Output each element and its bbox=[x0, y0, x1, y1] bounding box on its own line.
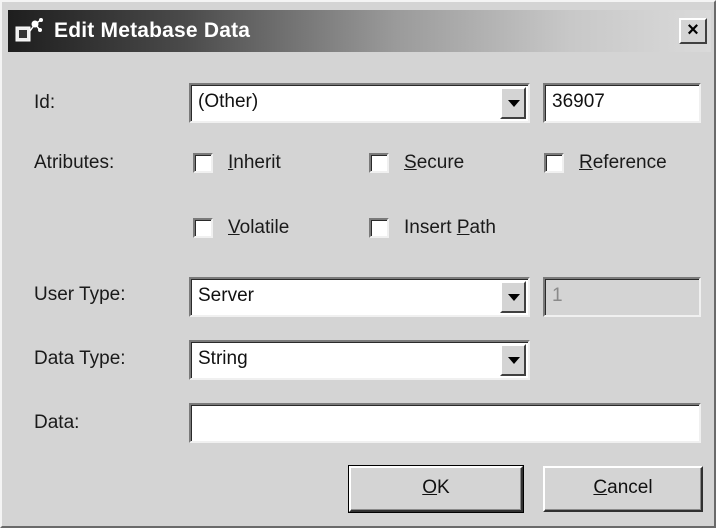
cancel-label: Cancel bbox=[593, 477, 653, 498]
insert-path-label: Insert Path bbox=[404, 217, 496, 238]
id-select[interactable]: (Other) bbox=[189, 83, 530, 123]
user-type-number-value: 1 bbox=[552, 285, 563, 306]
user-type-label: User Type: bbox=[34, 284, 126, 305]
cancel-button[interactable]: Cancel bbox=[543, 466, 703, 512]
close-icon: × bbox=[687, 19, 699, 41]
id-dropdown-arrow-icon[interactable] bbox=[500, 87, 526, 119]
data-type-select[interactable]: String bbox=[189, 340, 530, 380]
data-type-label: Data Type: bbox=[34, 348, 126, 369]
edit-metabase-data-dialog: Edit Metabase Data × Id: (Other) 36907 A… bbox=[0, 0, 716, 528]
user-type-dropdown-arrow-icon[interactable] bbox=[500, 281, 526, 313]
reference-checkbox-box[interactable] bbox=[544, 153, 564, 173]
reference-checkbox[interactable]: Reference bbox=[544, 152, 667, 174]
secure-checkbox-box[interactable] bbox=[369, 153, 389, 173]
data-label: Data: bbox=[34, 412, 80, 433]
id-select-value: (Other) bbox=[198, 91, 259, 112]
attributes-label: Atributes: bbox=[34, 152, 115, 173]
id-label: Id: bbox=[34, 92, 56, 113]
id-number-field[interactable]: 36907 bbox=[543, 83, 701, 123]
secure-checkbox[interactable]: Secure bbox=[369, 152, 464, 174]
volatile-checkbox[interactable]: Volatile bbox=[193, 217, 289, 239]
volatile-checkbox-box[interactable] bbox=[193, 218, 213, 238]
inherit-label: Inherit bbox=[228, 152, 281, 173]
insert-path-checkbox-box[interactable] bbox=[369, 218, 389, 238]
close-button[interactable]: × bbox=[679, 18, 707, 44]
data-type-select-value: String bbox=[198, 348, 248, 369]
user-type-select[interactable]: Server bbox=[189, 277, 530, 317]
title-bar[interactable]: Edit Metabase Data × bbox=[8, 10, 711, 52]
reference-label: Reference bbox=[579, 152, 667, 173]
volatile-label: Volatile bbox=[228, 217, 290, 238]
metabase-app-icon bbox=[15, 18, 43, 42]
user-type-select-value: Server bbox=[198, 285, 254, 306]
user-type-number-field: 1 bbox=[543, 277, 701, 317]
inherit-checkbox-box[interactable] bbox=[193, 153, 213, 173]
ok-button[interactable]: OK bbox=[348, 465, 524, 513]
window-title: Edit Metabase Data bbox=[54, 19, 251, 42]
id-number-value: 36907 bbox=[552, 91, 605, 112]
secure-label: Secure bbox=[404, 152, 465, 173]
inherit-checkbox[interactable]: Inherit bbox=[193, 152, 281, 174]
ok-label: OK bbox=[422, 477, 450, 498]
insert-path-checkbox[interactable]: Insert Path bbox=[369, 217, 496, 239]
data-input[interactable] bbox=[189, 403, 701, 443]
data-type-dropdown-arrow-icon[interactable] bbox=[500, 344, 526, 376]
